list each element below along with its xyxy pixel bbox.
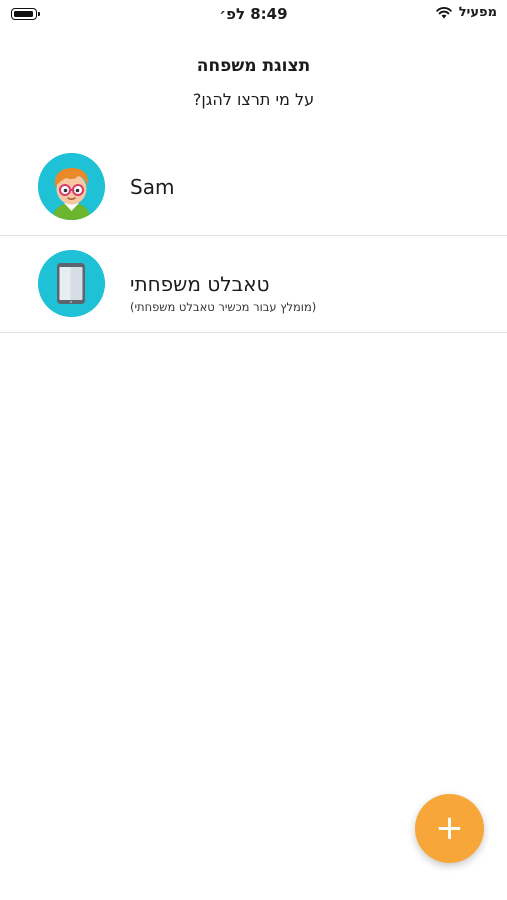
profile-name: טאבלט משפחתי (130, 272, 270, 296)
add-profile-button[interactable]: + (415, 794, 484, 863)
page-subtitle: על מי תרצו להגן? (192, 90, 315, 109)
profile-note: (מומלץ עבור מכשיר טאבלט משפחתי) (130, 300, 317, 314)
child-avatar-icon (38, 153, 105, 220)
tablet-icon (38, 250, 105, 317)
profile-row-family-tablet[interactable]: טאבלט משפחתי (מומלץ עבור מכשיר טאבלט משפ… (0, 236, 507, 333)
profile-name: Sam (130, 175, 175, 199)
status-right: מפעיל (435, 5, 497, 20)
status-time: 8:49 לפ׳ (219, 5, 288, 23)
plus-icon: + (435, 807, 464, 848)
page-title: תצוגת משפחה (196, 56, 311, 76)
profile-row-sam[interactable]: Sam (0, 138, 507, 236)
wifi-icon (435, 7, 452, 19)
status-bar: 8:49 לפ׳ מפעיל (0, 0, 507, 28)
carrier-label: מפעיל (458, 5, 497, 20)
